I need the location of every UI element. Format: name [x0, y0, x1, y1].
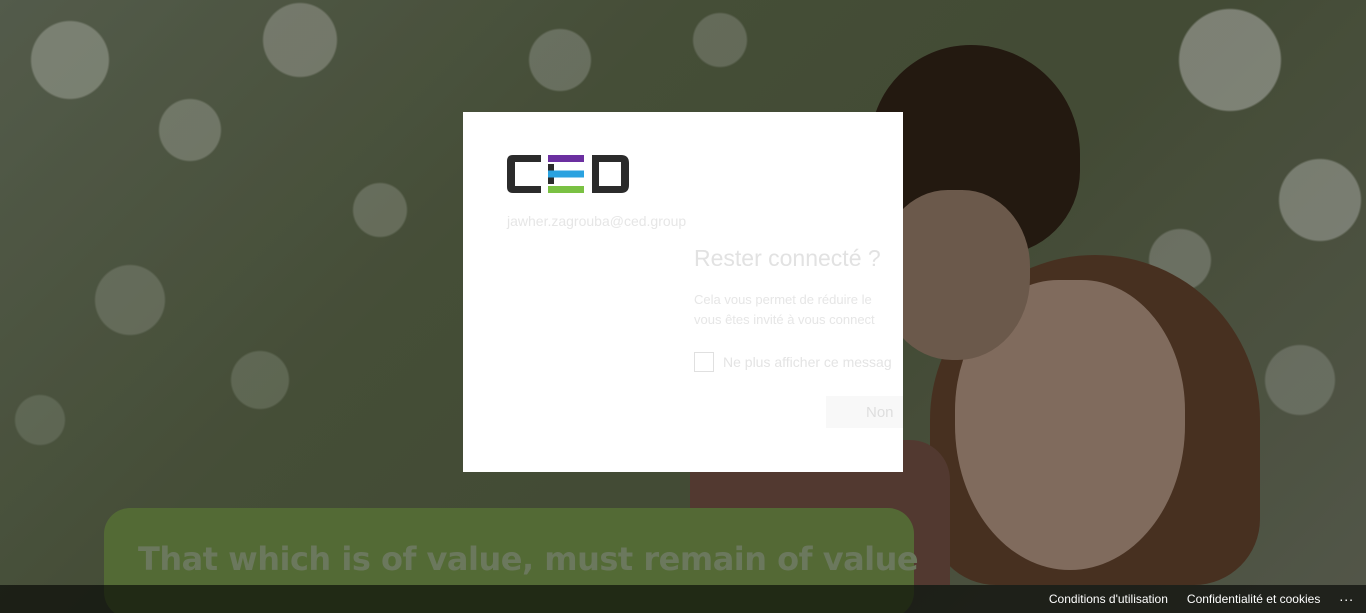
privacy-link[interactable]: Confidentialité et cookies	[1187, 592, 1320, 606]
more-options-icon[interactable]: ...	[1339, 589, 1354, 607]
description-line: Cela vous permet de réduire le	[694, 292, 872, 307]
footer-bar: Conditions d'utilisation Confidentialité…	[0, 585, 1366, 613]
dont-show-again-row[interactable]: Ne plus afficher ce messag	[694, 352, 892, 372]
dont-show-again-label: Ne plus afficher ce messag	[723, 354, 892, 370]
stay-signed-in-dialog: jawher.zagrouba@ced.group Rester connect…	[463, 112, 903, 472]
dialog-description: Cela vous permet de réduire le vous êtes…	[694, 290, 903, 330]
no-button[interactable]: Non	[826, 396, 903, 428]
dialog-title: Rester connecté ?	[694, 245, 881, 271]
account-identity[interactable]: jawher.zagrouba@ced.group	[507, 213, 686, 229]
ced-logo	[507, 155, 629, 193]
description-line: vous êtes invité à vous connect	[694, 312, 875, 327]
terms-link[interactable]: Conditions d'utilisation	[1049, 592, 1168, 606]
dont-show-again-checkbox[interactable]	[694, 352, 714, 372]
